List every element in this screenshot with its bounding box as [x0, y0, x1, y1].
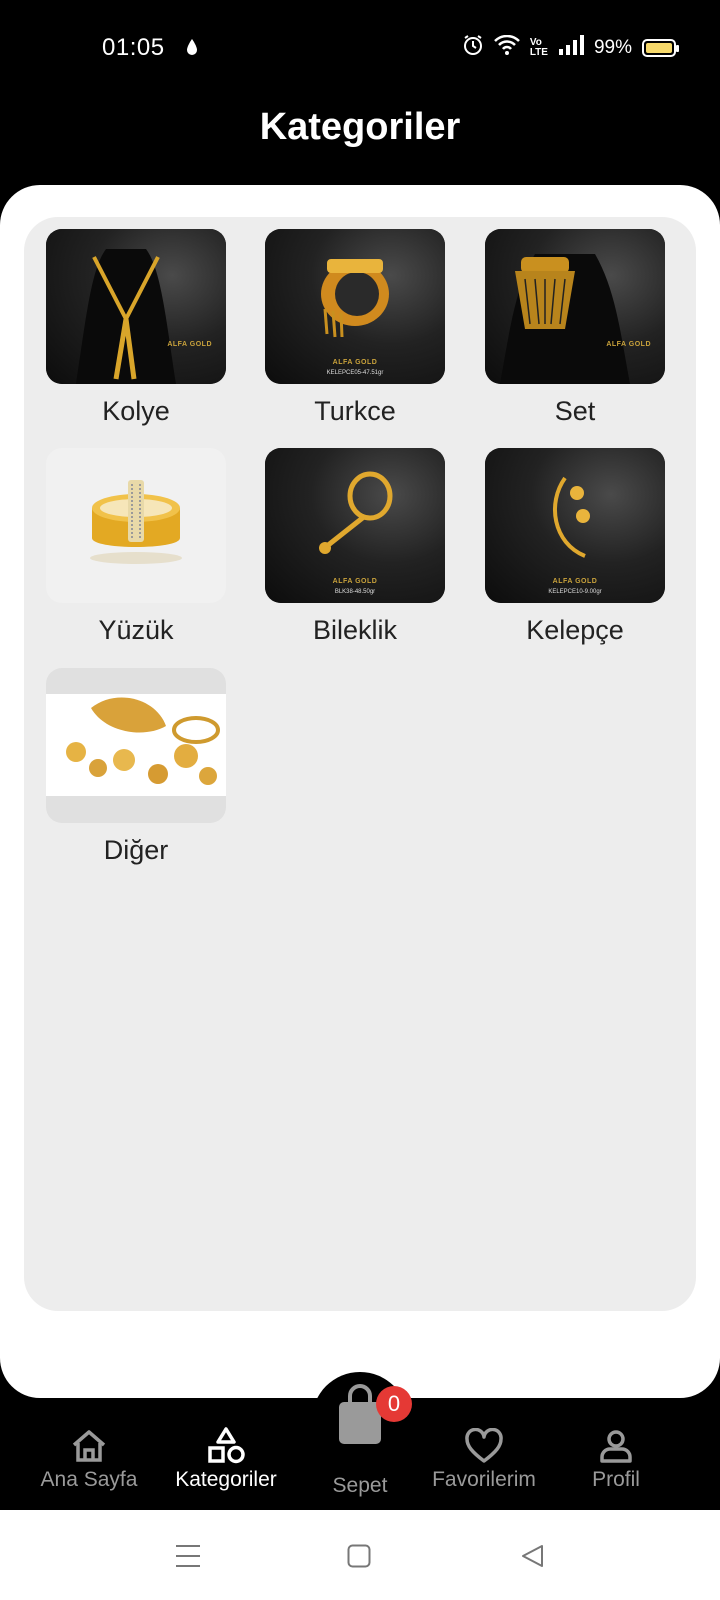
category-image: ALFA GOLD KELEPCE05-47.51gr	[265, 229, 445, 384]
status-time: 01:05	[102, 34, 165, 61]
product-code: KELEPCE10-9.00gr	[548, 589, 602, 595]
brand-watermark: ALFA GOLD	[167, 341, 212, 348]
category-image: ALFA GOLD KELEPCE10-9.00gr	[485, 448, 665, 603]
data-saver-icon	[186, 38, 198, 61]
volte-bottom: LTE	[529, 47, 548, 58]
brand-watermark: ALFA GOLD	[606, 341, 651, 348]
nav-home[interactable]: Ana Sayfa	[29, 1426, 149, 1492]
category-image: ALFA GOLD	[485, 229, 665, 384]
category-turkce[interactable]: ALFA GOLD KELEPCE05-47.51gr Turkce	[265, 229, 445, 439]
brand-watermark: ALFA GOLD	[332, 359, 378, 366]
shapes-icon	[166, 1426, 286, 1466]
category-label: Yüzük	[98, 615, 174, 645]
menu-icon[interactable]	[175, 1544, 201, 1573]
battery-percent: 99%	[593, 37, 632, 58]
nav-favorites-label: Favorilerim	[432, 1468, 536, 1491]
category-image	[46, 668, 226, 823]
category-set[interactable]: ALFA GOLD Set	[485, 229, 665, 439]
volte-icon: Vo LTE	[530, 38, 548, 58]
category-label: Diğer	[103, 835, 169, 865]
category-image: ALFA GOLD BLK38-48.50gr	[265, 448, 445, 603]
nav-cart-label[interactable]: Sepet	[300, 1474, 420, 1498]
category-label: Turkce	[314, 396, 396, 426]
category-image	[46, 448, 226, 603]
wifi-icon	[493, 34, 520, 61]
category-yuzuk[interactable]: Yüzük	[46, 448, 226, 658]
nav-profile[interactable]: Profil	[556, 1426, 676, 1492]
brand-watermark: ALFA GOLD	[552, 578, 598, 585]
category-image: ALFA GOLD	[46, 229, 226, 384]
back-icon[interactable]	[520, 1544, 544, 1573]
page-title: Kategoriler	[259, 106, 461, 148]
category-label: Set	[554, 396, 596, 426]
status-bar: 01:05 Vo LTE 99%	[0, 0, 720, 96]
category-bileklik[interactable]: ALFA GOLD BLK38-48.50gr Bileklik	[265, 448, 445, 658]
brand-watermark: ALFA GOLD	[332, 578, 378, 585]
category-diger[interactable]: Diğer	[46, 668, 226, 878]
nav-home-label: Ana Sayfa	[40, 1468, 138, 1491]
home-icon	[29, 1426, 149, 1466]
user-icon	[556, 1426, 676, 1466]
category-label: Bileklik	[312, 615, 398, 645]
heart-icon	[424, 1426, 544, 1466]
category-kelepce[interactable]: ALFA GOLD KELEPCE10-9.00gr Kelepçe	[485, 448, 665, 658]
nav-favorites[interactable]: Favorilerim	[424, 1426, 544, 1492]
cart-count-badge: 0	[376, 1386, 412, 1422]
nav-categories-label: Kategoriler	[175, 1468, 277, 1491]
nav-categories[interactable]: Kategoriler	[166, 1426, 286, 1492]
alarm-icon	[462, 34, 484, 62]
product-code: BLK38-48.50gr	[334, 589, 376, 595]
nav-profile-label: Profil	[592, 1468, 640, 1491]
home-square-icon[interactable]	[347, 1544, 371, 1573]
category-label: Kolye	[102, 396, 170, 426]
signal-icon	[558, 35, 584, 61]
category-kolye[interactable]: ALFA GOLD Kolye	[46, 229, 226, 439]
category-label: Kelepçe	[526, 615, 624, 645]
system-nav-bar	[0, 1510, 720, 1600]
product-code: KELEPCE05-47.51gr	[326, 370, 384, 376]
battery-icon	[642, 39, 679, 57]
